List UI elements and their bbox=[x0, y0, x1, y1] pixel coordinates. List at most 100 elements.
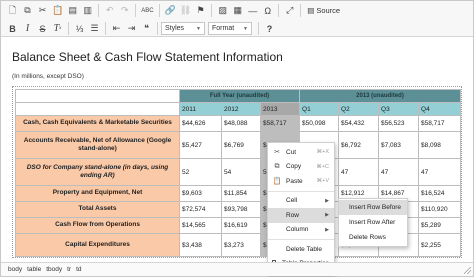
year-header-cell[interactable]: Q4 bbox=[418, 102, 462, 116]
table-cell[interactable] bbox=[15, 102, 180, 116]
menu-item-cut[interactable]: ✂ Cut ⌘+X bbox=[268, 145, 334, 160]
link-icon[interactable]: 🔗 bbox=[163, 3, 178, 18]
year-header-cell[interactable]: Q2 bbox=[338, 102, 380, 116]
value-cell[interactable]: $16,524 bbox=[418, 185, 462, 202]
value-cell[interactable]: 52 bbox=[179, 158, 222, 186]
help-icon[interactable]: ? bbox=[262, 21, 277, 36]
submenu-item-insert-row-before[interactable]: Insert Row Before bbox=[339, 200, 407, 215]
value-cell[interactable]: $14,565 bbox=[179, 217, 222, 234]
row-label-cell[interactable]: Total Assets bbox=[15, 201, 180, 218]
menu-item-copy[interactable]: ⧉ Copy ⌘+C bbox=[268, 160, 334, 175]
source-button[interactable]: ▤ Source bbox=[304, 3, 343, 18]
year-header-label: Q2 bbox=[341, 105, 350, 113]
value-cell[interactable]: 47 bbox=[418, 158, 462, 186]
paste-text-icon[interactable]: ▤ bbox=[65, 3, 80, 18]
resize-handle-icon[interactable] bbox=[464, 267, 471, 274]
value-cell[interactable]: 47 bbox=[338, 158, 380, 186]
value-cell[interactable]: $48,088 bbox=[221, 115, 261, 132]
breadcrumb-table[interactable]: table bbox=[27, 266, 41, 273]
year-header-cell[interactable]: 2011 bbox=[179, 102, 222, 116]
menu-item-label: Paste bbox=[286, 177, 303, 185]
value-cell[interactable]: $2,255 bbox=[418, 233, 462, 257]
row-label-cell[interactable]: Accounts Receivable, Net of Allowance (G… bbox=[15, 131, 180, 159]
indent-icon[interactable]: ⇥ bbox=[124, 21, 139, 36]
table-header-row: 2011 2012 2013 Q1 Q2 Q3 Q4 bbox=[15, 102, 462, 116]
value-cell[interactable]: $9,603 bbox=[179, 185, 222, 202]
value-cell[interactable]: $7,083 bbox=[378, 131, 420, 159]
year-header-cell[interactable]: 2012 bbox=[221, 102, 261, 116]
spellcheck-icon[interactable]: ABC bbox=[139, 3, 155, 18]
blockquote-icon[interactable]: ❝ bbox=[139, 21, 154, 36]
group-header-cell[interactable]: Full Year (unaudited) bbox=[178, 89, 301, 103]
group-header-cell[interactable]: 2013 (unaudited) bbox=[299, 89, 462, 103]
unlink-icon[interactable]: ⛓ bbox=[178, 3, 193, 18]
italic-button[interactable]: I bbox=[20, 21, 35, 36]
shortcut-label: ⌘+C bbox=[316, 163, 329, 170]
row-label-cell[interactable]: Capital Expenditures bbox=[15, 233, 180, 257]
cell-value: $11,854 bbox=[224, 190, 248, 197]
redo-icon[interactable]: ↷ bbox=[117, 3, 132, 18]
maximize-icon[interactable]: ⤢ bbox=[282, 3, 297, 18]
value-cell[interactable]: $6,769 bbox=[221, 131, 261, 159]
year-header-cell[interactable]: Q1 bbox=[299, 102, 340, 116]
paste-icon[interactable]: 📋 bbox=[50, 3, 65, 18]
value-cell[interactable]: $16,619 bbox=[221, 217, 261, 234]
cell-value: 54 bbox=[224, 168, 232, 176]
submenu-item-insert-row-after[interactable]: Insert Row After bbox=[339, 215, 407, 230]
strike-button[interactable]: S bbox=[35, 21, 50, 36]
breadcrumb-tr[interactable]: tr bbox=[67, 266, 71, 273]
submenu-item-delete-rows[interactable]: Delete Rows bbox=[339, 230, 407, 245]
outdent-icon[interactable]: ⇤ bbox=[109, 21, 124, 36]
menu-item-cell[interactable]: Cell ▶ bbox=[268, 194, 334, 209]
undo-icon[interactable]: ↶ bbox=[102, 3, 117, 18]
value-cell[interactable]: $58,717 bbox=[418, 115, 462, 132]
value-cell[interactable]: $5,289 bbox=[418, 217, 462, 234]
numbered-list-icon[interactable]: ⅓ bbox=[72, 21, 87, 36]
value-cell[interactable]: $44,626 bbox=[179, 115, 222, 132]
value-cell[interactable]: $54,432 bbox=[338, 115, 380, 132]
menu-item-row[interactable]: Row ▶ bbox=[268, 208, 334, 223]
breadcrumb-td[interactable]: td bbox=[76, 266, 81, 273]
value-cell[interactable]: $6,792 bbox=[338, 131, 380, 159]
value-cell[interactable]: $56,523 bbox=[378, 115, 420, 132]
bold-button[interactable]: B bbox=[5, 21, 20, 36]
paste-word-icon[interactable]: ▥ bbox=[80, 3, 95, 18]
image-icon[interactable]: ▨ bbox=[215, 3, 230, 18]
value-cell[interactable]: 47 bbox=[378, 158, 420, 186]
table-cell[interactable] bbox=[15, 89, 180, 103]
styles-dropdown[interactable]: Styles ▼ bbox=[161, 22, 205, 35]
value-cell[interactable]: $11,854 bbox=[221, 185, 261, 202]
special-char-icon[interactable]: Ω bbox=[260, 3, 275, 18]
value-cell[interactable]: $50,098 bbox=[299, 115, 340, 132]
year-header-cell[interactable]: Q3 bbox=[378, 102, 420, 116]
menu-item-column[interactable]: Column ▶ bbox=[268, 223, 334, 238]
value-cell[interactable]: $110,920 bbox=[418, 201, 462, 218]
row-label-cell[interactable]: DSO for Company stand-alone (in days, us… bbox=[15, 158, 180, 186]
bulleted-list-icon[interactable]: ☰ bbox=[87, 21, 102, 36]
row-label-cell[interactable]: Cash, Cash Equivalents & Marketable Secu… bbox=[15, 115, 180, 132]
value-cell[interactable]: $3,273 bbox=[221, 233, 261, 257]
copy-icon[interactable]: ⧉ bbox=[20, 3, 35, 18]
breadcrumb-body[interactable]: body bbox=[8, 266, 22, 273]
new-document-icon[interactable]: 🗋 bbox=[5, 3, 20, 18]
value-cell[interactable]: 54 bbox=[221, 158, 261, 186]
menu-item-delete-table[interactable]: Delete Table bbox=[268, 242, 334, 257]
row-label-cell[interactable]: Cash Flow from Operations bbox=[15, 217, 180, 234]
value-cell[interactable]: $8,098 bbox=[418, 131, 462, 159]
value-cell[interactable]: $5,427 bbox=[179, 131, 222, 159]
value-cell[interactable]: $3,438 bbox=[179, 233, 222, 257]
table-icon[interactable]: ▦ bbox=[230, 3, 245, 18]
row-label-cell[interactable]: Property and Equipment, Net bbox=[15, 185, 180, 202]
remove-format-button[interactable]: Tx bbox=[50, 21, 65, 36]
horizontal-line-icon[interactable]: ― bbox=[245, 3, 260, 18]
menu-item-paste[interactable]: 📋 Paste ⌘+V bbox=[268, 174, 334, 189]
value-cell[interactable]: $58,717 bbox=[259, 115, 301, 132]
cell-value: 47 bbox=[421, 168, 429, 176]
year-header-cell[interactable]: 2013 bbox=[259, 102, 301, 116]
anchor-icon[interactable]: ⚑ bbox=[193, 3, 208, 18]
value-cell[interactable]: $72,574 bbox=[179, 201, 222, 218]
format-dropdown[interactable]: Format ▼ bbox=[208, 22, 252, 35]
value-cell[interactable]: $93,798 bbox=[221, 201, 261, 218]
breadcrumb-tbody[interactable]: tbody bbox=[46, 266, 62, 273]
cut-icon[interactable]: ✂ bbox=[35, 3, 50, 18]
